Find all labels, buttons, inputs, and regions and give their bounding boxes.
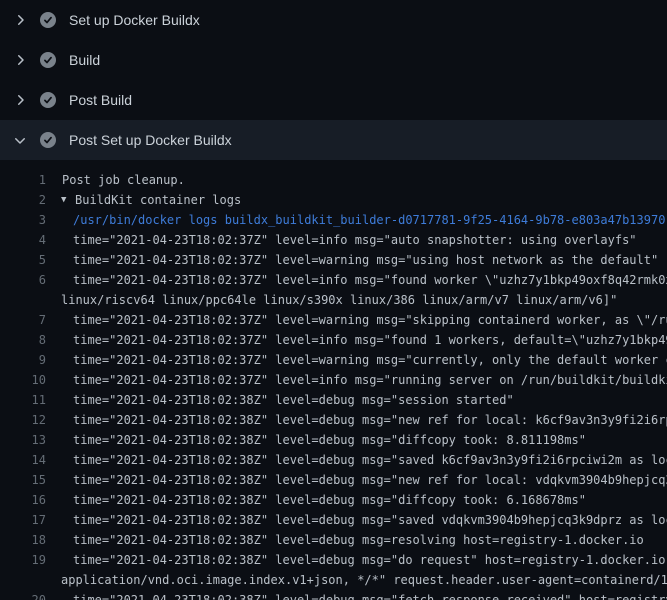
- log-line-text: BuildKit container logs: [75, 190, 241, 210]
- line-number[interactable]: 17: [0, 510, 46, 530]
- log-line: 13 time="2021-04-23T18:02:38Z" level=deb…: [0, 430, 667, 450]
- step-label: Post Set up Docker Buildx: [69, 132, 232, 148]
- log-line: 16 time="2021-04-23T18:02:38Z" level=deb…: [0, 490, 667, 510]
- check-circle-icon: [40, 52, 56, 68]
- log-line-text: time="2021-04-23T18:02:38Z" level=debug …: [73, 530, 644, 550]
- line-number[interactable]: 7: [0, 310, 46, 330]
- line-number[interactable]: 12: [0, 410, 46, 430]
- log-line-text: time="2021-04-23T18:02:37Z" level=info m…: [73, 330, 667, 350]
- line-number[interactable]: 19: [0, 550, 46, 570]
- log-line: 10 time="2021-04-23T18:02:37Z" level=inf…: [0, 370, 667, 390]
- line-number[interactable]: 18: [0, 530, 46, 550]
- check-circle-icon: [40, 92, 56, 108]
- log-line-text: time="2021-04-23T18:02:38Z" level=debug …: [73, 550, 667, 570]
- chevron-right-icon: [12, 92, 28, 108]
- log-line: application/vnd.oci.image.index.v1+json,…: [0, 570, 667, 590]
- line-number[interactable]: 13: [0, 430, 46, 450]
- log-line[interactable]: 2 ▼ BuildKit container logs: [0, 190, 667, 210]
- line-number[interactable]: 1: [0, 170, 46, 190]
- log-line-text: time="2021-04-23T18:02:38Z" level=debug …: [73, 450, 667, 470]
- log-line-text: time="2021-04-23T18:02:38Z" level=debug …: [73, 470, 667, 490]
- line-number[interactable]: 2: [0, 190, 46, 210]
- log-line: 11 time="2021-04-23T18:02:38Z" level=deb…: [0, 390, 667, 410]
- check-circle-icon: [40, 132, 56, 148]
- log-line-text: time="2021-04-23T18:02:38Z" level=debug …: [73, 390, 514, 410]
- log-line: linux/riscv64 linux/ppc64le linux/s390x …: [0, 290, 667, 310]
- line-number[interactable]: 3: [0, 210, 46, 230]
- line-number[interactable]: 16: [0, 490, 46, 510]
- step-row-build[interactable]: Build: [0, 40, 667, 80]
- log-line: 9 time="2021-04-23T18:02:37Z" level=warn…: [0, 350, 667, 370]
- log-line-text: time="2021-04-23T18:02:38Z" level=debug …: [73, 490, 586, 510]
- line-number[interactable]: 15: [0, 470, 46, 490]
- line-number[interactable]: 6: [0, 270, 46, 290]
- log-line-text: time="2021-04-23T18:02:37Z" level=warnin…: [73, 350, 667, 370]
- line-number[interactable]: 4: [0, 230, 46, 250]
- log-line-text: /usr/bin/docker logs buildx_buildkit_bui…: [73, 210, 665, 230]
- line-number[interactable]: 14: [0, 450, 46, 470]
- log-line-text: linux/riscv64 linux/ppc64le linux/s390x …: [61, 290, 617, 310]
- log-line: 5 time="2021-04-23T18:02:37Z" level=warn…: [0, 250, 667, 270]
- line-number[interactable]: 10: [0, 370, 46, 390]
- log-area: 1 Post job cleanup. 2 ▼ BuildKit contain…: [0, 170, 667, 600]
- log-line-text: application/vnd.oci.image.index.v1+json,…: [61, 570, 667, 590]
- step-row-set-up-docker-buildx[interactable]: Set up Docker Buildx: [0, 0, 667, 40]
- log-line: 7 time="2021-04-23T18:02:37Z" level=warn…: [0, 310, 667, 330]
- log-line-text: time="2021-04-23T18:02:37Z" level=info m…: [73, 270, 667, 290]
- line-number[interactable]: 9: [0, 350, 46, 370]
- log-line-text: time="2021-04-23T18:02:38Z" level=debug …: [73, 430, 586, 450]
- log-group-triangle-icon[interactable]: ▼: [61, 190, 66, 210]
- log-line-text: time="2021-04-23T18:02:37Z" level=info m…: [73, 230, 637, 250]
- log-line-text: time="2021-04-23T18:02:38Z" level=debug …: [73, 510, 667, 530]
- step-label: Build: [69, 52, 100, 68]
- chevron-down-icon: [12, 132, 28, 148]
- log-line: 14 time="2021-04-23T18:02:38Z" level=deb…: [0, 450, 667, 470]
- log-line-text: time="2021-04-23T18:02:37Z" level=info m…: [73, 370, 667, 390]
- chevron-right-icon: [12, 12, 28, 28]
- log-line: 20 time="2021-04-23T18:02:38Z" level=deb…: [0, 590, 667, 600]
- log-line-text: time="2021-04-23T18:02:37Z" level=warnin…: [73, 250, 658, 270]
- step-label: Post Build: [69, 92, 132, 108]
- log-line: 12 time="2021-04-23T18:02:38Z" level=deb…: [0, 410, 667, 430]
- log-line-text: time="2021-04-23T18:02:38Z" level=debug …: [73, 410, 667, 430]
- step-row-post-build[interactable]: Post Build: [0, 80, 667, 120]
- log-line: 17 time="2021-04-23T18:02:38Z" level=deb…: [0, 510, 667, 530]
- log-line: 19 time="2021-04-23T18:02:38Z" level=deb…: [0, 550, 667, 570]
- line-number[interactable]: 20: [0, 590, 46, 600]
- line-number[interactable]: 8: [0, 330, 46, 350]
- log-line: 6 time="2021-04-23T18:02:37Z" level=info…: [0, 270, 667, 290]
- step-label: Set up Docker Buildx: [69, 12, 200, 28]
- log-line-text: Post job cleanup.: [62, 170, 185, 190]
- log-line: 3 /usr/bin/docker logs buildx_buildkit_b…: [0, 210, 667, 230]
- log-line: 1 Post job cleanup.: [0, 170, 667, 190]
- steps-list: Set up Docker Buildx Build P: [0, 0, 667, 160]
- chevron-right-icon: [12, 52, 28, 68]
- check-circle-icon: [40, 12, 56, 28]
- line-number[interactable]: 11: [0, 390, 46, 410]
- log-line: 18 time="2021-04-23T18:02:38Z" level=deb…: [0, 530, 667, 550]
- line-number[interactable]: 5: [0, 250, 46, 270]
- log-line: 4 time="2021-04-23T18:02:37Z" level=info…: [0, 230, 667, 250]
- log-line-text: time="2021-04-23T18:02:38Z" level=debug …: [73, 590, 667, 600]
- step-row-post-set-up-docker-buildx[interactable]: Post Set up Docker Buildx: [0, 120, 667, 160]
- log-line: 8 time="2021-04-23T18:02:37Z" level=info…: [0, 330, 667, 350]
- log-line: 15 time="2021-04-23T18:02:38Z" level=deb…: [0, 470, 667, 490]
- log-line-text: time="2021-04-23T18:02:37Z" level=warnin…: [73, 310, 667, 330]
